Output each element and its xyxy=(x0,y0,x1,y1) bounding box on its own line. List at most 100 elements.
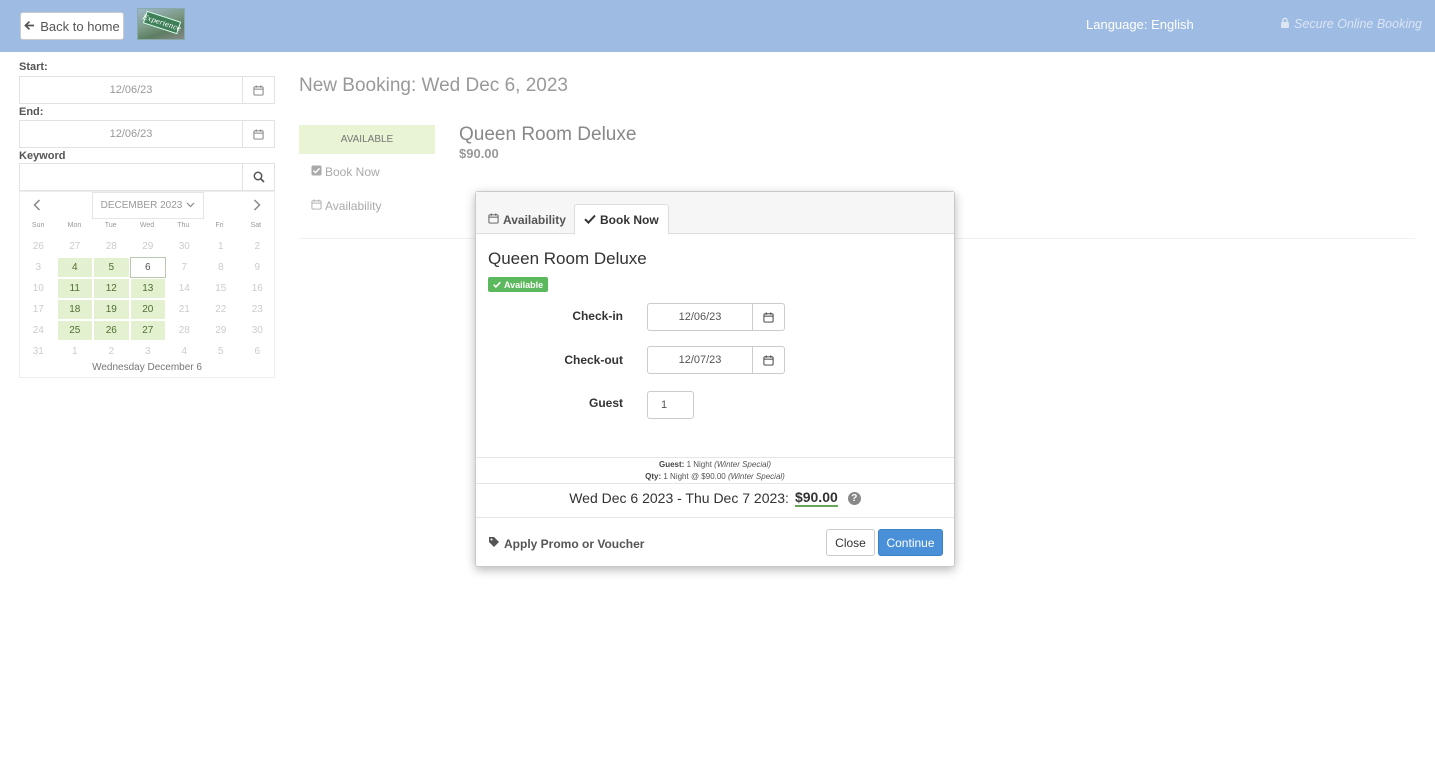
room-name: Queen Room Deluxe xyxy=(459,124,637,145)
end-date-field[interactable]: 12/06/23 xyxy=(19,120,275,148)
availability-link[interactable]: Availability xyxy=(311,199,381,213)
calendar-day: 26 xyxy=(32,241,44,252)
calendar-day: 3 xyxy=(144,346,151,357)
checkout-input[interactable]: 12/07/23 xyxy=(648,347,753,373)
logo[interactable]: Experience xyxy=(137,8,185,40)
start-date-field[interactable]: 12/06/23 xyxy=(19,76,275,104)
calendar-day: 31 xyxy=(32,346,44,357)
calendar-day: 28 xyxy=(178,325,190,336)
start-date-value[interactable]: 12/06/23 xyxy=(20,77,243,103)
continue-button[interactable]: Continue xyxy=(878,529,943,556)
calendar-day: 14 xyxy=(178,283,190,294)
book-now-label: Book Now xyxy=(325,165,380,179)
total-price[interactable]: $90.00 xyxy=(794,489,838,507)
available-badge: Available xyxy=(488,277,549,292)
help-icon[interactable]: ? xyxy=(847,491,861,505)
qty-note-special: (Winter Special) xyxy=(728,472,785,481)
calendar-day: 22 xyxy=(215,304,227,315)
calendar-day[interactable]: 13 xyxy=(129,278,166,299)
calendar-day[interactable]: 4 xyxy=(56,257,93,278)
keyword-field[interactable] xyxy=(19,163,275,191)
calendar-day: 5 xyxy=(217,346,224,357)
booking-modal: Availability Book Now Queen Room Deluxe … xyxy=(475,191,955,567)
month-select[interactable]: DECEMBER 2023 xyxy=(92,192,204,219)
room-price: $90.00 xyxy=(459,146,499,161)
check-icon xyxy=(493,280,501,290)
modal-footer: Apply Promo or Voucher Close Continue xyxy=(476,517,954,567)
weekday-label: Sat xyxy=(250,222,262,229)
calendar-icon[interactable] xyxy=(243,77,274,103)
calendar-day: 3 xyxy=(35,262,42,273)
calendar-day: 10 xyxy=(32,283,44,294)
divider xyxy=(476,457,954,458)
calendar-day[interactable]: 19 xyxy=(93,299,130,320)
calendar-day[interactable]: 26 xyxy=(93,320,130,341)
calendar-day[interactable]: 11 xyxy=(56,278,93,299)
calendar-day: 9 xyxy=(254,262,261,273)
logo-sign: Experience xyxy=(141,10,183,35)
calendar-icon xyxy=(488,212,499,227)
weekday-label: Wed xyxy=(139,222,155,229)
language-selector[interactable]: Language: English xyxy=(1086,17,1194,32)
secure-booking-label: Secure Online Booking xyxy=(1280,17,1422,31)
checkout-field[interactable]: 12/07/23 xyxy=(647,346,785,374)
guest-note-text: 1 Night xyxy=(686,460,712,469)
calendar-icon[interactable] xyxy=(243,121,274,147)
mini-calendar: DECEMBER 2023 Sun Mon Tue Wed Thu Fri Sat 26 27… xyxy=(19,191,275,378)
close-button[interactable]: Close xyxy=(826,529,875,556)
book-now-link[interactable]: Book Now xyxy=(311,165,380,179)
secure-text: Secure Online Booking xyxy=(1294,17,1422,31)
checkbox-icon xyxy=(311,165,322,179)
chevron-right-icon[interactable] xyxy=(253,198,261,214)
selected-date-caption: Wednesday December 6 xyxy=(92,362,202,373)
logo-text: Experience xyxy=(141,12,183,33)
divider xyxy=(476,483,954,484)
guest-rate-note: Guest: 1 Night (Winter Special) xyxy=(476,460,954,469)
calendar-day: 2 xyxy=(254,241,261,252)
calendar-day: 29 xyxy=(142,241,154,252)
checkin-field[interactable]: 12/06/23 xyxy=(647,303,785,331)
guest-note-label: Guest: xyxy=(658,460,685,469)
tab-book-now[interactable]: Book Now xyxy=(574,204,669,235)
calendar-icon[interactable] xyxy=(753,347,784,373)
checkout-label: Check-out xyxy=(564,353,623,367)
calendar-icon[interactable] xyxy=(753,304,784,330)
chevron-left-icon[interactable] xyxy=(33,198,41,214)
calendar-day: 21 xyxy=(178,304,190,315)
calendar-day: 16 xyxy=(251,283,263,294)
end-date-value[interactable]: 12/06/23 xyxy=(20,121,243,147)
page-title: New Booking: Wed Dec 6, 2023 xyxy=(299,75,568,96)
calendar-day: 30 xyxy=(251,325,263,336)
search-icon[interactable] xyxy=(243,164,274,190)
lock-icon xyxy=(1280,17,1290,31)
calendar-day: 8 xyxy=(217,262,224,273)
guest-note-special: (Winter Special) xyxy=(714,460,771,469)
modal-tabs: Availability Book Now xyxy=(476,192,954,235)
tab-availability[interactable]: Availability xyxy=(488,204,566,235)
check-icon xyxy=(584,213,596,227)
calendar-day[interactable]: 12 xyxy=(93,278,130,299)
calendar-day[interactable]: 25 xyxy=(56,320,93,341)
checkin-input[interactable]: 12/06/23 xyxy=(648,304,753,330)
availability-status: AVAILABLE xyxy=(299,125,435,154)
booking-total: Wed Dec 6 2023 - Thu Dec 7 2023: $90.00 … xyxy=(476,489,954,507)
start-label: Start: xyxy=(19,61,48,73)
calendar-day: 27 xyxy=(69,241,81,252)
calendar-day[interactable]: 20 xyxy=(129,299,166,320)
total-date-range: Wed Dec 6 2023 - Thu Dec 7 2023: xyxy=(569,490,789,506)
calendar-day: 24 xyxy=(32,325,44,336)
calendar-day[interactable]: 27 xyxy=(129,320,166,341)
calendar-day[interactable]: 18 xyxy=(56,299,93,320)
arrow-left-icon xyxy=(24,19,35,34)
weekday-label: Thu xyxy=(177,222,190,229)
calendar-day: 30 xyxy=(178,241,190,252)
calendar-day: 1 xyxy=(71,346,78,357)
calendar-day: 17 xyxy=(32,304,44,315)
apply-promo-link[interactable]: Apply Promo or Voucher xyxy=(488,536,644,551)
keyword-input[interactable] xyxy=(20,164,243,190)
calendar-day[interactable]: 5 xyxy=(93,257,130,278)
apply-promo-label: Apply Promo or Voucher xyxy=(504,536,645,551)
calendar-day-selected[interactable]: 6 xyxy=(129,257,166,278)
guest-input[interactable]: 1 xyxy=(647,391,694,419)
back-to-home-button[interactable]: Back to home xyxy=(20,12,124,40)
